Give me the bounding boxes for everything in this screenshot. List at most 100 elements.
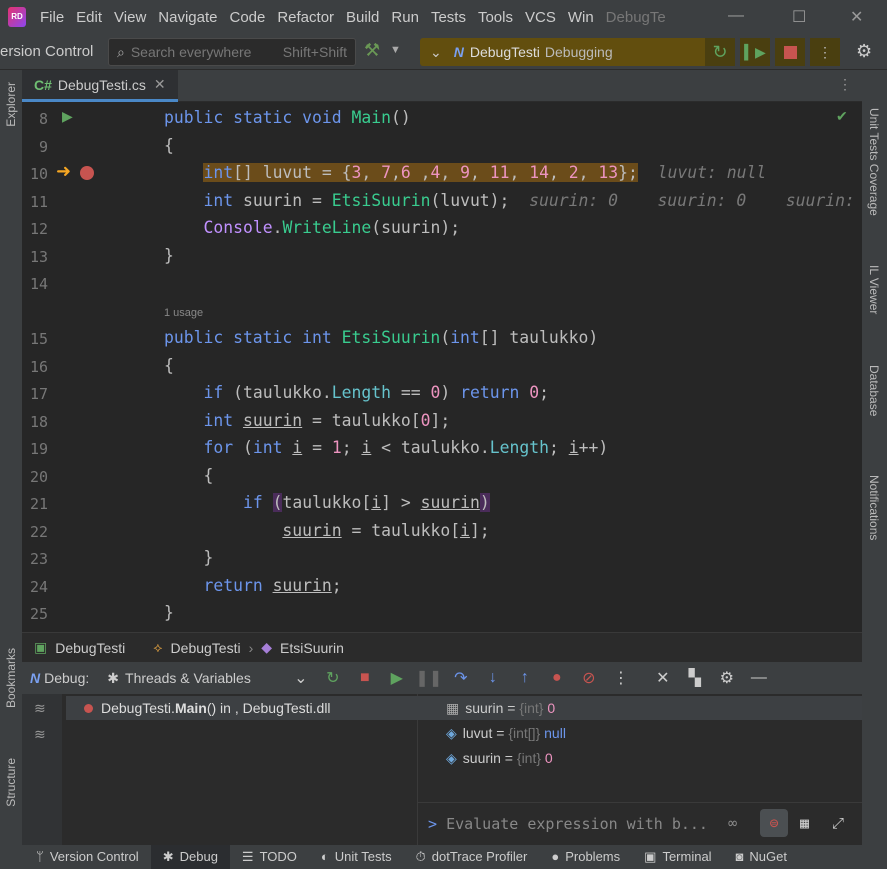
maximize-button[interactable]: ☐ — [792, 7, 806, 27]
close-tab-icon[interactable]: ✕ — [154, 76, 166, 93]
menu-run[interactable]: Run — [391, 9, 419, 26]
code-line[interactable]: public static int EtsiSuurin(int[] taulu… — [164, 328, 598, 347]
breadcrumb-project[interactable]: DebugTesti — [55, 640, 125, 656]
view-breakpoints-icon[interactable]: ● — [541, 669, 573, 687]
code-line[interactable]: int suurin = taulukko[0]; — [164, 411, 450, 430]
resume-program-icon[interactable]: ▶ — [381, 668, 413, 688]
tool-explorer[interactable]: Explorer — [4, 82, 18, 127]
expand-icon[interactable]: ⤢ — [832, 814, 844, 832]
build-hammer-icon[interactable]: ⚒ — [364, 40, 380, 61]
code-line[interactable]: } — [164, 548, 213, 567]
code-line[interactable]: } — [164, 246, 174, 265]
code-editor[interactable]: 8 public static void Main() ▶ ✔ 9{10 int[] l… — [22, 102, 862, 632]
tool-structure[interactable]: Structure — [4, 758, 18, 807]
variable-row[interactable]: ◈ suurin = {int} 0 — [446, 750, 553, 767]
breadcrumb-class[interactable]: DebugTesti — [171, 640, 241, 656]
debug-settings-icon[interactable]: ⚙ — [711, 668, 743, 688]
menu-build[interactable]: Build — [346, 9, 379, 26]
thread-icon[interactable]: ≋ — [34, 700, 46, 717]
menu-tools[interactable]: Tools — [478, 9, 513, 26]
tool-unit-tests-coverage[interactable]: Unit Tests Coverage — [867, 108, 881, 216]
tool-window-dottrace[interactable]: ⏱ dotTrace Profiler — [404, 845, 540, 869]
code-line[interactable]: for (int i = 1; i < taulukko.Length; i++… — [164, 438, 608, 457]
hide-panel-icon[interactable]: — — [743, 669, 775, 687]
rerun-debug-icon[interactable]: ↻ — [317, 668, 349, 688]
debug-dotnet-icon: N — [30, 670, 41, 686]
layout-dropdown-icon[interactable]: ⌄ — [285, 668, 317, 688]
settings-gear-icon[interactable]: ⚙ — [856, 41, 872, 62]
menu-tests[interactable]: Tests — [431, 9, 466, 26]
breadcrumb-method[interactable]: EtsiSuurin — [280, 640, 344, 656]
step-over-icon[interactable]: ↷ — [445, 668, 477, 688]
evaluate-expression-input[interactable]: > Evaluate expression with b... ∞ ⊜ ▦ ⤢ — [418, 802, 862, 845]
resume-button[interactable]: ▍▶ — [740, 38, 770, 66]
tool-notifications[interactable]: Notifications — [867, 475, 881, 540]
build-dropdown-icon[interactable]: ▼ — [390, 44, 401, 56]
run-gutter-icon[interactable]: ▶ — [62, 108, 73, 125]
more-button[interactable]: ⋮ — [810, 38, 840, 66]
tool-database[interactable]: Database — [867, 365, 881, 416]
step-into-icon[interactable]: ↓ — [477, 669, 509, 687]
step-out-icon[interactable]: ↑ — [509, 669, 541, 687]
tool-window-problems[interactable]: ● Problems — [539, 845, 632, 869]
minimize-button[interactable]: — — [728, 7, 744, 25]
tool-bookmarks[interactable]: Bookmarks — [4, 648, 18, 708]
tab-debugtesti-cs[interactable]: C# DebugTesti.cs ✕ — [22, 70, 178, 102]
code-line[interactable]: int[] luvut = {3, 7,6 ,4, 9, 11, 14, 2, … — [164, 163, 766, 182]
tool-window-todo[interactable]: ☰ TODO — [230, 845, 309, 869]
stop-debug-icon[interactable]: ■ — [349, 669, 381, 687]
menu-window[interactable]: Win — [568, 9, 594, 26]
code-line[interactable]: if (taulukko.Length == 0) return 0; — [164, 383, 548, 402]
no-problems-check-icon[interactable]: ✔ — [836, 108, 848, 125]
watch-glasses-icon[interactable]: ∞ — [728, 814, 737, 832]
unit-tests-icon: ◐ — [320, 849, 329, 864]
code-line[interactable]: suurin = taulukko[i]; — [164, 521, 489, 540]
stack-frame-main[interactable]: DebugTesti. Main() in , DebugTesti.dll — [66, 696, 418, 720]
code-line[interactable]: { — [164, 356, 174, 375]
menu-code[interactable]: Code — [229, 9, 265, 26]
close-debug-icon[interactable]: ✕ — [647, 668, 679, 688]
menu-navigate[interactable]: Navigate — [158, 9, 217, 26]
line-number: 11 — [29, 192, 48, 211]
more-debug-icon[interactable]: ⋮ — [605, 668, 637, 688]
menu-refactor[interactable]: Refactor — [277, 9, 334, 26]
code-line[interactable]: } — [164, 603, 174, 622]
stop-button[interactable] — [775, 38, 805, 66]
tab-options-icon[interactable]: ⋮ — [838, 76, 852, 93]
tool-window-unit-tests[interactable]: ◐ Unit Tests — [309, 845, 404, 869]
code-line[interactable]: { — [164, 136, 174, 155]
menu-file[interactable]: File — [40, 9, 64, 26]
variable-row[interactable]: ◈ luvut = {int[]} null — [446, 725, 566, 742]
calculator-icon[interactable]: ▦ — [800, 814, 809, 832]
rerun-button[interactable]: ↻ — [705, 38, 735, 66]
thread-icon[interactable]: ≋ — [34, 726, 46, 743]
tool-window-terminal[interactable]: ▣ Terminal — [632, 845, 723, 869]
tool-window-version-control[interactable]: ᛘ Version Control — [0, 845, 151, 869]
breakpoint-icon[interactable] — [80, 166, 94, 180]
right-tool-strip: Unit Tests Coverage IL Viewer Database N… — [862, 70, 887, 845]
code-line[interactable]: return suurin; — [164, 576, 341, 595]
code-line[interactable]: public static void Main() — [164, 108, 411, 127]
tool-window-nuget[interactable]: ◙ NuGet — [724, 845, 799, 869]
code-line[interactable]: Console.WriteLine(suurin); — [164, 218, 460, 237]
tab-threads-variables[interactable]: Threads & Variables — [125, 670, 251, 686]
run-configuration-selector[interactable]: ⌄ N DebugTesti Debugging — [420, 38, 705, 66]
pause-icon[interactable]: ❚❚ — [413, 668, 445, 688]
search-everywhere[interactable]: ⌕ Search everywhere Shift+Shift — [108, 38, 356, 66]
menu-vcs[interactable]: VCS — [525, 9, 556, 26]
usage-hint[interactable]: 1 usage — [164, 307, 203, 319]
code-token: (suurin); — [371, 218, 461, 237]
code-line[interactable]: if (taulukko[i] > suurin) — [164, 493, 490, 512]
eval-toggle-icon[interactable]: ⊜ — [760, 809, 788, 837]
tool-il-viewer[interactable]: IL Viewer — [867, 265, 881, 314]
menu-view[interactable]: View — [114, 9, 146, 26]
close-window-button[interactable]: ✕ — [850, 7, 863, 27]
menu-edit[interactable]: Edit — [76, 9, 102, 26]
variable-row[interactable]: ▦ suurin = {int} 0 — [446, 700, 555, 717]
mute-breakpoints-icon[interactable]: ⊘ — [573, 668, 605, 688]
code-line[interactable]: { — [164, 466, 213, 485]
code-line[interactable]: int suurin = EtsiSuurin(luvut); suurin: … — [164, 191, 854, 210]
layout-icon[interactable]: ▚ — [679, 668, 711, 688]
tool-window-debug[interactable]: ✱ Debug — [150, 845, 230, 869]
version-control-widget[interactable]: ersion Control — [0, 43, 93, 60]
